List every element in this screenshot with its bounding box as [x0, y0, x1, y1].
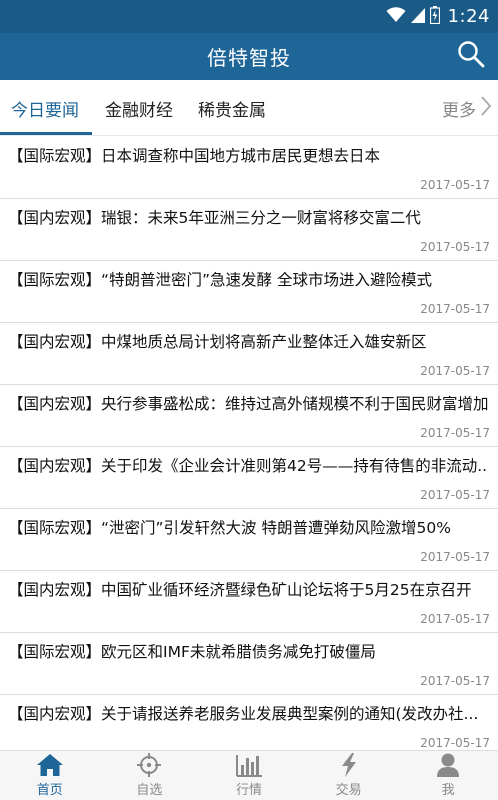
news-item[interactable]: 【国际宏观】“泄密门”引发轩然大波 特朗普遭弹劾风险激增50% 2017-05-… [0, 509, 498, 571]
news-date: 2017-05-17 [420, 674, 490, 688]
news-date: 2017-05-17 [420, 612, 490, 626]
news-item[interactable]: 【国内宏观】中国矿业循环经济暨绿色矿山论坛将于5月25在京召开 2017-05-… [0, 571, 498, 633]
bottom-nav: 首页 自选 行情 交易 我 [0, 750, 498, 800]
nav-home[interactable]: 首页 [0, 751, 100, 800]
news-item[interactable]: 【国内宏观】央行参事盛松成：维持过高外储规模不利于国民财富增加 2017-05-… [0, 385, 498, 447]
home-icon [36, 753, 64, 777]
chevron-right-icon [480, 95, 492, 122]
news-date: 2017-05-17 [420, 302, 490, 316]
user-icon [434, 753, 462, 777]
news-date: 2017-05-17 [420, 488, 490, 502]
status-bar: 1:24 [0, 0, 498, 33]
news-title: 【国内宏观】中煤地质总局计划将高新产业整体迁入雄安新区 [8, 333, 427, 351]
news-title: 【国际宏观】欧元区和IMF未就希腊债务减免打破僵局 [8, 643, 376, 661]
news-title: 【国内宏观】关于请报送养老服务业发展典型案例的通知(发改办社... [8, 705, 479, 723]
search-button[interactable] [454, 39, 488, 73]
news-date: 2017-05-17 [420, 364, 490, 378]
lightning-icon [335, 753, 363, 777]
nav-me-label: 我 [441, 783, 455, 798]
battery-icon [429, 5, 440, 28]
bar-chart-icon [235, 753, 263, 777]
category-tabs: 今日要闻 金融财经 稀贵金属 [0, 80, 498, 136]
news-item[interactable]: 【国际宏观】“特朗普泄密门”急速发酵 全球市场进入避险模式 2017-05-17 [0, 261, 498, 323]
news-item[interactable]: 【国内宏观】关于印发《企业会计准则第42号——持有待售的非流动.. 2017-0… [0, 447, 498, 509]
news-title: 【国内宏观】央行参事盛松成：维持过高外储规模不利于国民财富增加 [8, 395, 489, 413]
app-bar: 倍特智投 [0, 33, 498, 80]
news-item[interactable]: 【国内宏观】中煤地质总局计划将高新产业整体迁入雄安新区 2017-05-17 [0, 323, 498, 385]
news-item[interactable]: 【国际宏观】日本调查称中国地方城市居民更想去日本 2017-05-17 [0, 137, 498, 199]
news-date: 2017-05-17 [420, 736, 490, 750]
news-item[interactable]: 【国内宏观】瑞银：未来5年亚洲三分之一财富将移交富二代 2017-05-17 [0, 199, 498, 261]
more-label: 更多 [442, 100, 476, 121]
status-time: 1:24 [447, 6, 490, 27]
news-date: 2017-05-17 [420, 178, 490, 192]
nav-market[interactable]: 行情 [199, 751, 299, 800]
nav-watchlist[interactable]: 自选 [100, 751, 200, 800]
wifi-icon [386, 6, 406, 27]
news-title: 【国际宏观】“特朗普泄密门”急速发酵 全球市场进入避险模式 [8, 271, 432, 289]
news-date: 2017-05-17 [420, 240, 490, 254]
tab-finance[interactable]: 金融财经 [105, 80, 173, 136]
nav-trade[interactable]: 交易 [299, 751, 399, 800]
more-button[interactable]: 更多 [442, 80, 492, 136]
nav-me[interactable]: 我 [398, 751, 498, 800]
news-title: 【国内宏观】关于印发《企业会计准则第42号——持有待售的非流动.. [8, 457, 488, 475]
nav-trade-label: 交易 [335, 783, 362, 798]
signal-icon [410, 7, 425, 27]
news-list[interactable]: 【国际宏观】日本调查称中国地方城市居民更想去日本 2017-05-17 【国内宏… [0, 137, 498, 750]
status-icons [386, 5, 440, 28]
crosshair-icon [135, 753, 163, 777]
tab-precious-metals[interactable]: 稀贵金属 [198, 80, 266, 136]
search-icon [457, 40, 485, 72]
news-title: 【国际宏观】“泄密门”引发轩然大波 特朗普遭弹劾风险激增50% [8, 519, 451, 537]
news-item[interactable]: 【国内宏观】关于请报送养老服务业发展典型案例的通知(发改办社... 2017-0… [0, 695, 498, 750]
news-item[interactable]: 【国际宏观】欧元区和IMF未就希腊债务减免打破僵局 2017-05-17 [0, 633, 498, 695]
app-title: 倍特智投 [207, 46, 291, 70]
nav-home-label: 首页 [36, 783, 63, 798]
news-date: 2017-05-17 [420, 550, 490, 564]
news-title: 【国际宏观】日本调查称中国地方城市居民更想去日本 [8, 147, 381, 165]
tab-today-news[interactable]: 今日要闻 [11, 80, 79, 136]
nav-market-label: 行情 [235, 783, 262, 798]
news-title: 【国内宏观】中国矿业循环经济暨绿色矿山论坛将于5月25在京召开 [8, 581, 472, 599]
news-title: 【国内宏观】瑞银：未来5年亚洲三分之一财富将移交富二代 [8, 209, 421, 227]
nav-watchlist-label: 自选 [136, 783, 163, 798]
news-date: 2017-05-17 [420, 426, 490, 440]
active-tab-indicator [0, 132, 92, 135]
